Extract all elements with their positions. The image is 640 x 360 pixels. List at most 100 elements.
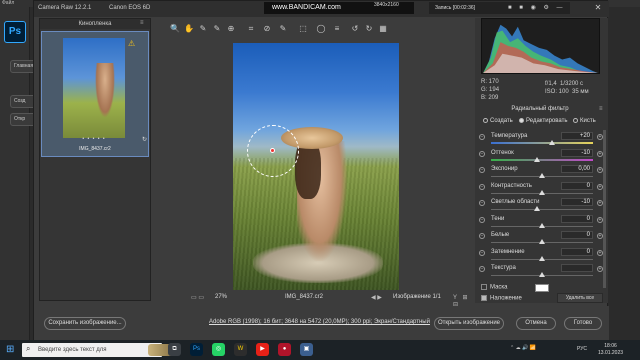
app-w-icon[interactable]: W [234, 343, 247, 356]
minus-icon[interactable]: − [479, 134, 485, 140]
slider-thumb[interactable] [539, 189, 545, 195]
slider-thumb[interactable] [539, 222, 545, 228]
slider-thumb[interactable] [539, 173, 545, 178]
filmstrip-thumbnail[interactable]: ⚠ • • • • • ↻ IMG_8437.cr2 [41, 31, 149, 157]
slider-thumb[interactable] [539, 272, 545, 277]
mode-brush-radio[interactable]: Кисть [573, 118, 596, 124]
system-tray-icons[interactable]: ⌃ ☁ 🔊 📶 [510, 345, 536, 351]
windows-start-icon[interactable]: ⊞ [6, 345, 16, 355]
app-window-icon[interactable]: ▣ [300, 343, 313, 356]
slider-7[interactable]: − Затемнение 0 + [479, 247, 603, 264]
plus-icon[interactable]: + [597, 183, 603, 190]
minus-icon[interactable]: − [479, 150, 485, 157]
slider-4[interactable]: − Светлые области -10 + [479, 198, 603, 214]
slider-value-input[interactable]: +20 [561, 132, 593, 140]
slider-1[interactable]: − Оттенок -10 + [479, 148, 603, 165]
plus-icon[interactable]: + [597, 167, 603, 173]
slider-value-input[interactable] [561, 264, 593, 272]
cancel-button[interactable]: Отмена [516, 317, 556, 330]
slider-5[interactable]: − Тени 0 + [479, 214, 603, 231]
target-adjust-icon[interactable]: ⊕ [225, 23, 237, 35]
rating-stars[interactable]: • • • • • [62, 136, 126, 142]
minus-icon[interactable]: − [479, 266, 485, 272]
white-balance-icon[interactable]: ✎ [197, 23, 209, 35]
slider-track[interactable] [491, 158, 593, 161]
whatsapp-icon[interactable]: ◎ [212, 343, 225, 356]
slider-value-input[interactable]: 0 [561, 181, 593, 190]
mode-create-radio[interactable]: Создать [483, 118, 513, 124]
spot-removal-icon[interactable]: ✎ [277, 23, 289, 35]
image-canvas[interactable] [157, 39, 470, 291]
radial-filter-icon[interactable]: ◯ [315, 23, 327, 35]
menu-icon[interactable]: ≡ [140, 20, 144, 26]
slider-value-input[interactable]: 0,00 [561, 165, 593, 173]
plus-icon[interactable]: + [597, 134, 603, 140]
record-app-icon[interactable]: ● [278, 343, 291, 356]
plus-icon[interactable]: + [597, 150, 603, 157]
slider-thumb[interactable] [533, 206, 540, 211]
minus-icon[interactable]: − [479, 167, 485, 173]
menu-icon[interactable]: ≡ [599, 106, 603, 112]
minus-icon[interactable]: − [479, 249, 485, 256]
taskbar-search-input[interactable]: ⌕ Введите здесь текст для [22, 343, 178, 357]
plus-icon[interactable]: + [597, 233, 603, 239]
slider-thumb[interactable] [539, 255, 545, 261]
plus-icon[interactable]: + [597, 200, 603, 206]
plus-icon[interactable]: + [597, 266, 603, 272]
workflow-options-link[interactable]: Adobe RGB (1998); 16 бит; 3648 на 5472 (… [209, 319, 430, 325]
radial-filter-pin[interactable] [270, 148, 275, 153]
open-image-button[interactable]: Открыть изображение [434, 317, 504, 330]
zoom-icon[interactable]: 🔍 [169, 23, 181, 35]
slider-0[interactable]: − Температура +20 + [479, 132, 603, 148]
plus-icon[interactable]: + [597, 216, 603, 223]
taskbar-clock[interactable]: 18:06 13.01.2023 [598, 343, 623, 357]
slider-thumb[interactable] [533, 156, 540, 162]
slider-value-input[interactable]: -10 [561, 148, 593, 157]
youtube-icon[interactable]: ▶ [256, 343, 269, 356]
recording-controls-icon[interactable]: ■ ■ ◉ ⚙ — [504, 2, 570, 14]
slider-thumb[interactable] [539, 239, 545, 244]
mask-color-swatch[interactable] [535, 284, 549, 292]
list-icon[interactable]: ≡ [331, 23, 343, 35]
mode-edit-radio[interactable]: Редактировать [519, 118, 567, 124]
hand-icon[interactable]: ✋ [183, 23, 195, 35]
slider-8[interactable]: − Текстура + [479, 264, 603, 280]
minus-icon[interactable]: − [479, 233, 485, 239]
graduated-filter-icon[interactable]: ⬚ [297, 23, 309, 35]
color-sampler-icon[interactable]: ✎ [211, 23, 223, 35]
straighten-icon[interactable]: ⊘ [261, 23, 273, 35]
overlay-checkbox[interactable]: Наложение [481, 295, 551, 302]
slider-6[interactable]: − Белые 0 + [479, 231, 603, 247]
photo-preview[interactable] [233, 43, 399, 290]
slider-value-input[interactable]: 0 [561, 214, 593, 223]
slider-value-input[interactable]: 0 [561, 231, 593, 239]
minus-icon[interactable]: − [479, 216, 485, 223]
rotate-icon[interactable]: ↻ [142, 136, 147, 143]
slider-2[interactable]: − Экспонир 0,00 + [479, 165, 603, 181]
delete-all-button[interactable]: Удалить все [557, 293, 603, 303]
photoshop-taskbar-icon[interactable]: Ps [190, 343, 203, 356]
slider-value-input[interactable]: 0 [561, 247, 593, 256]
close-icon[interactable]: ✕ [590, 2, 606, 14]
menu-file[interactable]: Файл [2, 0, 14, 6]
task-view-icon[interactable]: ⧉ [168, 343, 181, 356]
zoom-buttons[interactable]: ▭ ▭ [191, 294, 204, 301]
slider-value-input[interactable]: -10 [561, 198, 593, 206]
rotate-right-icon[interactable]: ↻ [363, 23, 375, 35]
zoom-level-select[interactable]: 27% [215, 294, 245, 300]
slider-track[interactable] [491, 142, 593, 144]
slider-3[interactable]: − Контрастность 0 + [479, 181, 603, 198]
minus-icon[interactable]: − [479, 200, 485, 206]
panel-scrollbar[interactable] [603, 130, 606, 288]
language-indicator[interactable]: РУС [577, 346, 587, 352]
slider-track[interactable] [491, 209, 593, 210]
slider-thumb[interactable] [549, 140, 556, 145]
rotate-left-icon[interactable]: ↺ [349, 23, 361, 35]
preferences-icon[interactable]: ▦ [377, 23, 389, 35]
done-button[interactable]: Готово [564, 317, 602, 330]
minus-icon[interactable]: − [479, 183, 485, 190]
save-image-button[interactable]: Сохранить изображение... [44, 317, 126, 330]
plus-icon[interactable]: + [597, 249, 603, 256]
crop-icon[interactable]: ⌗ [245, 23, 257, 35]
image-nav-icon[interactable]: ◀ ▶ [371, 294, 382, 301]
